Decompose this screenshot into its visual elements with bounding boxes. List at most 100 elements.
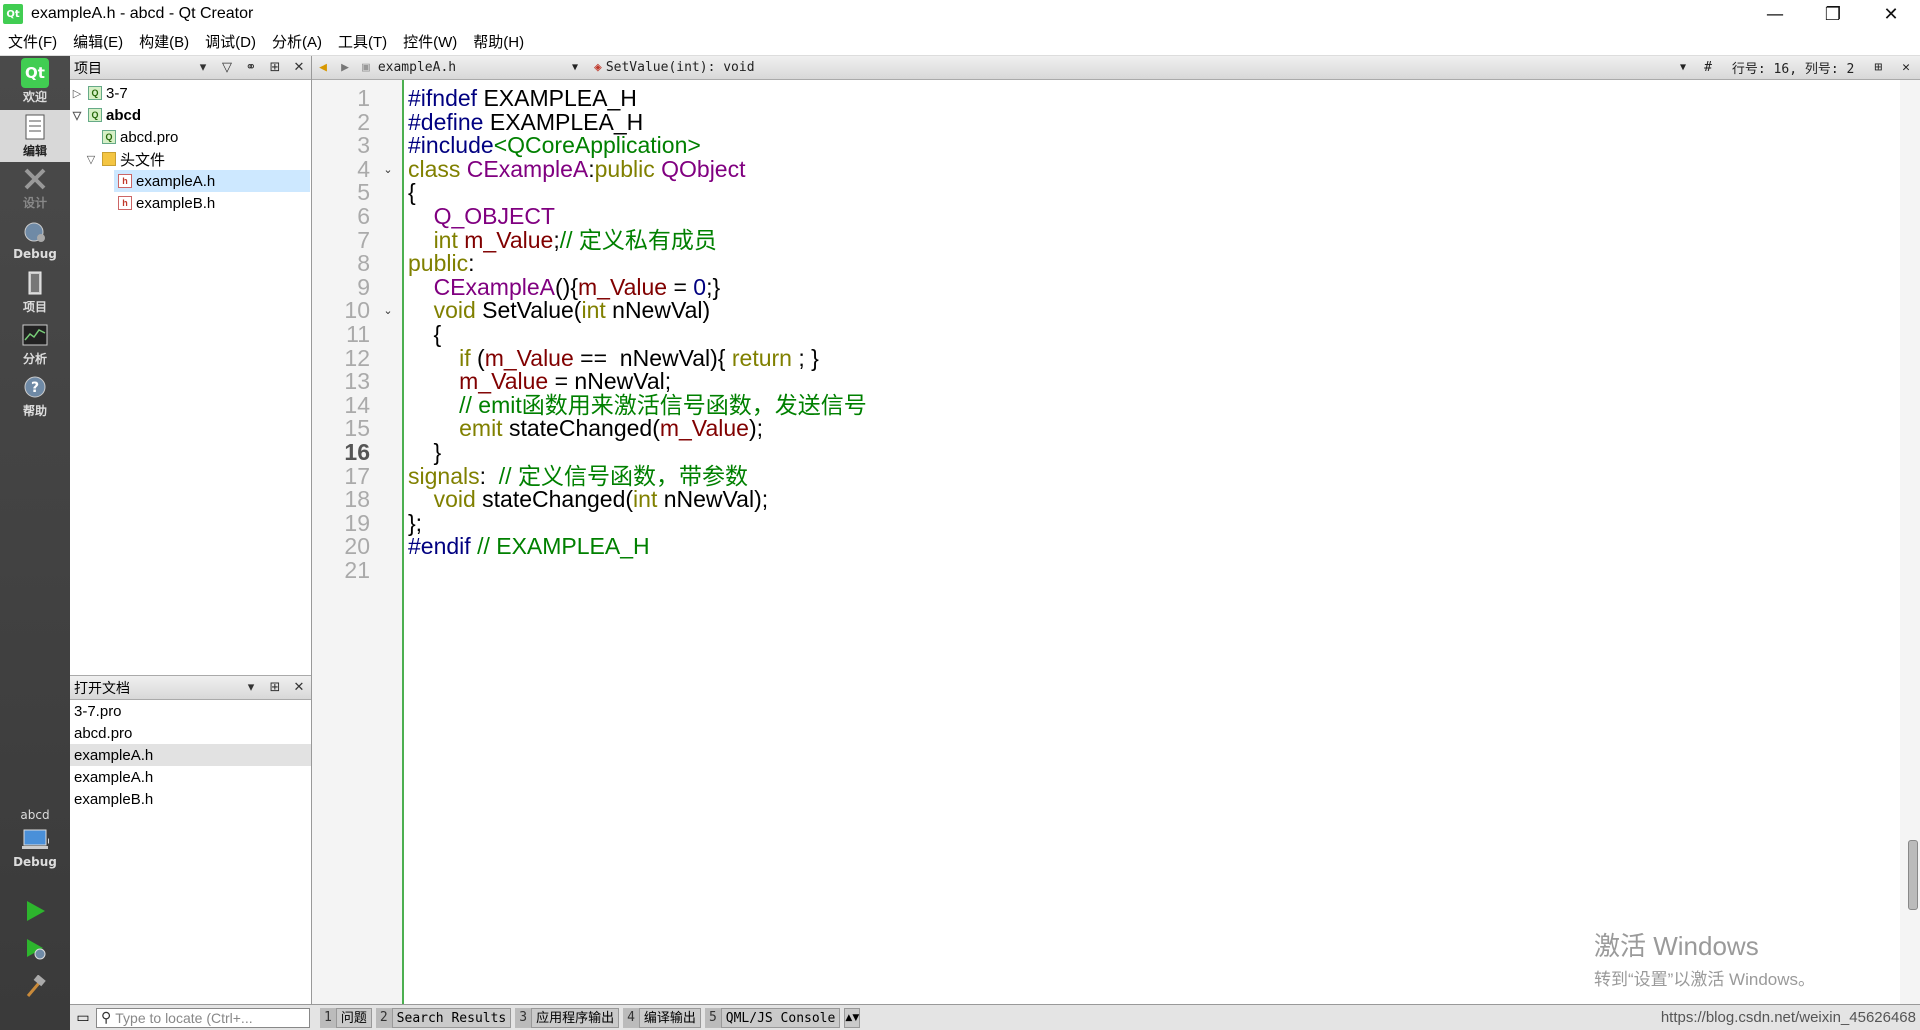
open-doc-item[interactable]: abcd.pro [70, 722, 311, 744]
mode-label: 分析 [22, 351, 47, 366]
filter-icon[interactable]: ▽ [215, 60, 239, 75]
menu-tools[interactable]: 工具(T) [338, 31, 387, 52]
split-icon[interactable]: ⊞ [263, 680, 287, 695]
mode-label: 设计 [22, 195, 47, 210]
mode-help[interactable]: ? 帮助 [0, 370, 70, 422]
open-doc-item[interactable]: exampleA.h [70, 766, 311, 788]
locator-input[interactable]: ⚲ Type to locate (Ctrl+... [96, 1007, 310, 1028]
output-tab-search-results[interactable]: 2 Search Results [375, 1007, 512, 1028]
project-file-icon: Q [88, 108, 102, 122]
project-icon [21, 270, 49, 296]
tab-number: 5 [704, 1007, 721, 1028]
output-tab-issues[interactable]: 1 问题 [320, 1007, 372, 1028]
debug-run-button[interactable] [0, 932, 70, 968]
close-editor-icon[interactable]: ✕ [1892, 60, 1920, 75]
scrollbar-thumb[interactable] [1908, 840, 1918, 910]
minimize-button[interactable]: — [1746, 0, 1804, 28]
close-icon[interactable]: ✕ [287, 680, 311, 695]
kit-project-name: abcd [20, 808, 50, 822]
close-icon[interactable]: ✕ [287, 60, 311, 75]
mode-projects[interactable]: 项目 [0, 266, 70, 318]
dropdown-icon[interactable]: ▾ [191, 60, 215, 75]
mode-welcome[interactable]: Qt 欢迎 [0, 56, 70, 108]
tree-item-exampleA-h[interactable]: h exampleA.h [114, 170, 310, 192]
windows-activation-watermark: 激活 Windows 转到“设置”以激活 Windows。 [1594, 926, 1815, 990]
fold-chevron-icon[interactable]: ⌄ [380, 155, 396, 184]
split-icon[interactable]: ⊞ [1864, 60, 1892, 75]
projects-pane-header: 项目 ▾ ▽ ⚭ ⊞ ✕ [70, 56, 311, 80]
code-line[interactable]: void SetValue(int nNewVal) [408, 296, 711, 325]
forward-arrow-icon[interactable]: ▶ [334, 60, 356, 75]
menu-file[interactable]: 文件(F) [8, 31, 57, 52]
run-button[interactable] [0, 894, 70, 930]
title-bar: Qt exampleA.h - abcd - Qt Creator — ❐ ✕ [0, 0, 1920, 28]
hash-marker[interactable]: # [1694, 60, 1722, 75]
vertical-scrollbar[interactable] [1900, 80, 1920, 1004]
more-tabs-icon[interactable]: ▲▼ [844, 1007, 861, 1028]
toggle-sidebar-icon[interactable]: ▭ [70, 1010, 96, 1026]
tree-item-abcd-pro[interactable]: Q abcd.pro [98, 126, 310, 148]
build-button[interactable] [0, 970, 70, 1006]
chevron-down-icon[interactable]: ▽ [84, 153, 98, 166]
analyze-icon [21, 322, 49, 348]
split-icon[interactable]: ⊞ [263, 60, 287, 75]
menu-widgets[interactable]: 控件(W) [403, 31, 457, 52]
code-editor: ◀ ▶ ▣ exampleA.h ▼ ◈ SetValue(int): void… [312, 56, 1920, 1004]
mode-selector: Qt 欢迎 编辑 设计 Debug 项目 分析 ? 帮助 abcd Debug [0, 56, 70, 1030]
restore-icon: ❐ [1824, 3, 1842, 25]
menu-build[interactable]: 构建(B) [139, 31, 189, 52]
menu-edit[interactable]: 编辑(E) [73, 31, 123, 52]
back-arrow-icon[interactable]: ◀ [312, 60, 334, 75]
code-area[interactable]: #ifndef EXAMPLEA_H #define EXAMPLEA_H #inc… [408, 80, 1900, 1004]
open-doc-item[interactable]: exampleB.h [70, 788, 311, 810]
menu-analyze[interactable]: 分析(A) [272, 31, 322, 52]
code-line[interactable]: class CExampleA:public QObject [408, 155, 746, 184]
link-icon[interactable]: ⚭ [239, 60, 263, 75]
menu-debug[interactable]: 调试(D) [205, 31, 256, 52]
chevron-down-icon[interactable]: ▽ [70, 109, 84, 122]
mode-edit[interactable]: 编辑 [0, 110, 70, 162]
mode-design[interactable]: 设计 [0, 162, 70, 214]
symbol-selector[interactable]: ◈ SetValue(int): void ▼ [586, 60, 1694, 75]
code-line[interactable]: void stateChanged(int nNewVal); [408, 485, 769, 514]
tree-item-label: exampleB.h [136, 194, 216, 212]
tree-item-label: abcd.pro [120, 128, 179, 146]
current-file-name: exampleA.h [377, 60, 457, 75]
tab-number: 2 [375, 1007, 392, 1028]
tree-item-exampleB-h[interactable]: h exampleB.h [114, 192, 310, 214]
menu-help[interactable]: 帮助(H) [473, 31, 524, 52]
tree-item-label: abcd [106, 106, 142, 124]
editor-toolbar: ◀ ▶ ▣ exampleA.h ▼ ◈ SetValue(int): void… [312, 56, 1920, 80]
projects-pane-title: 项目 [74, 60, 102, 77]
hammer-icon [21, 974, 49, 1000]
open-doc-item[interactable]: 3-7.pro [70, 700, 311, 722]
output-tab-compile-output[interactable]: 4 编译输出 [623, 1007, 701, 1028]
code-line[interactable]: emit stateChanged(m_Value); [408, 414, 763, 443]
output-tab-qml-console[interactable]: 5 QML/JS Console [704, 1007, 841, 1028]
tree-item-headers-folder[interactable]: ▽ 头文件 [84, 148, 310, 170]
symbol-icon: ◈ [594, 60, 602, 75]
qt-creator-app-icon: Qt [3, 4, 23, 24]
tree-item-abcd[interactable]: ▽ Q abcd [70, 104, 310, 126]
tree-item-3-7[interactable]: ▷ Q 3-7 [70, 82, 310, 104]
lock-icon: ▣ [362, 60, 370, 75]
file-selector[interactable]: ▣ exampleA.h ▼ [356, 60, 586, 75]
open-doc-item[interactable]: exampleA.h [70, 744, 311, 766]
mode-debug[interactable]: Debug [0, 214, 70, 266]
restore-button[interactable]: ❐ [1804, 0, 1862, 28]
tab-label: 编译输出 [638, 1007, 701, 1028]
line-number-gutter: 1 2 3 4 ⌄ 5 6 7 8 9 10 ⌄ 11 12 13 14 15 16 17 18 19 20 21 [312, 80, 404, 1004]
dropdown-icon[interactable]: ▾ [239, 680, 263, 695]
cursor-position[interactable]: 行号: 16, 列号: 2 [1722, 58, 1864, 77]
mode-analyze[interactable]: 分析 [0, 318, 70, 370]
fold-chevron-icon[interactable]: ⌄ [380, 296, 396, 325]
kit-selector[interactable]: Debug [0, 824, 70, 872]
project-file-icon: Q [88, 86, 102, 100]
watermark-line-1: 激活 Windows [1594, 931, 1759, 961]
close-button[interactable]: ✕ [1862, 0, 1920, 28]
code-line[interactable]: #endif // EXAMPLEA_H [408, 532, 650, 561]
output-tab-application-output[interactable]: 3 应用程序输出 [515, 1007, 620, 1028]
tab-number: 4 [623, 1007, 639, 1028]
chevron-right-icon[interactable]: ▷ [70, 87, 84, 100]
mode-label: 项目 [22, 299, 47, 314]
